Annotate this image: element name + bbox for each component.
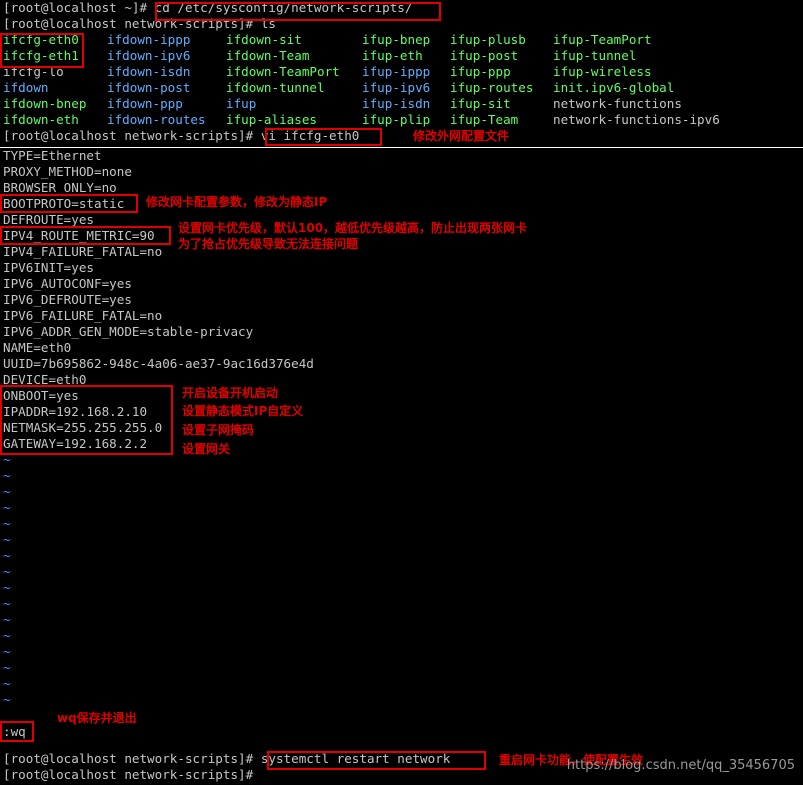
ls-file-entry: ifdown-sit	[226, 32, 302, 47]
annotation-ipaddr: 设置静态模式IP自定义	[182, 404, 304, 418]
shell-prompt: [root@localhost network-scripts]#	[3, 128, 254, 143]
annotation-metric: 设置网卡优先级，默认100，越低优先级越高，防止出现两张网卡 为了抢占优先级导致…	[178, 221, 528, 251]
annotation-netmask: 设置子网掩码	[182, 423, 255, 437]
vi-tilde: ~	[3, 660, 11, 675]
ls-file-entry: ifup-ippp	[362, 64, 431, 79]
vi-config-line: PROXY_METHOD=none	[3, 164, 132, 179]
highlight-bootproto	[0, 194, 138, 213]
ls-file-entry: ifup-TeamPort	[553, 32, 652, 47]
vi-tilde: ~	[3, 692, 11, 707]
ls-file-entry: ifup-post	[450, 48, 519, 63]
highlight-cd-command	[155, 2, 441, 21]
highlight-wq	[0, 721, 34, 742]
ls-file-entry: ifup-plip	[362, 112, 431, 127]
annotation-bootproto: 修改网卡配置参数，修改为静态IP	[146, 195, 328, 209]
vi-tilde: ~	[3, 628, 11, 643]
vi-tilde: ~	[3, 676, 11, 691]
ls-file-entry: ifdown	[3, 80, 49, 95]
ls-file-entry: ifup-eth	[362, 48, 423, 63]
shell-prompt: [root@localhost ~]#	[3, 0, 148, 15]
ls-file-entry: ifup-sit	[450, 96, 511, 111]
ls-file-entry: ifup-tunnel	[553, 48, 637, 63]
ls-file-entry: init.ipv6-global	[553, 80, 675, 95]
vi-config-line: IPV6_AUTOCONF=yes	[3, 276, 132, 291]
ls-file-entry: network-functions	[553, 96, 682, 111]
vi-tilde: ~	[3, 500, 11, 515]
ls-file-entry: ifdown-bnep	[3, 96, 87, 111]
ls-file-entry: ifdown-routes	[107, 112, 206, 127]
terminal-top: [root@localhost ~]# cd /etc/sysconfig/ne…	[0, 0, 803, 147]
ls-file-entry: ifdown-ppp	[107, 96, 183, 111]
watermark: https://blog.csdn.net/qq_35456705	[566, 758, 795, 773]
highlight-restart-command	[267, 751, 486, 770]
shell-prompt: [root@localhost network-scripts]#	[3, 767, 254, 782]
ls-file-entry: ifup	[226, 96, 257, 111]
vi-tilde: ~	[3, 596, 11, 611]
annotation-gateway: 设置网关	[182, 442, 231, 456]
ls-file-entry: ifdown-ippp	[107, 32, 191, 47]
ls-file-entry: ifup-routes	[450, 80, 534, 95]
ls-file-entry: network-functions-ipv6	[553, 112, 720, 127]
vi-config-line: IPV6_ADDR_GEN_MODE=stable-privacy	[3, 324, 254, 339]
vi-tilde: ~	[3, 580, 11, 595]
vi-tilde: ~	[3, 484, 11, 499]
highlight-eth-files	[0, 33, 84, 68]
annotation-wq: wq保存并退出	[57, 711, 137, 725]
ls-file-entry: ifdown-isdn	[107, 64, 191, 79]
vi-tilde: ~	[3, 644, 11, 659]
ls-file-entry: ifdown-ipv6	[107, 48, 191, 63]
ls-file-entry: ifup-wireless	[553, 64, 652, 79]
vi-config-line: IPV6_DEFROUTE=yes	[3, 292, 132, 307]
vi-config-line: IPV4_FAILURE_FATAL=no	[3, 244, 163, 259]
ls-file-entry: ifdown-Team	[226, 48, 310, 63]
vi-tilde: ~	[3, 516, 11, 531]
annotation-onboot: 开启设备开机启动	[182, 386, 279, 400]
vi-config-line: UUID=7b695862-948c-4a06-ae37-9ac16d376e4…	[3, 356, 314, 371]
annotation-edit-file: 修改外网配置文件	[413, 129, 510, 143]
ls-file-entry: ifup-plusb	[450, 32, 526, 47]
ls-file-entry: ifup-ppp	[450, 64, 511, 79]
ls-file-entry: ifup-ipv6	[362, 80, 431, 95]
vi-tilde: ~	[3, 532, 11, 547]
ls-file-entry: ifdown-post	[107, 80, 191, 95]
highlight-vi-command	[265, 128, 382, 146]
vi-tilde: ~	[3, 612, 11, 627]
ls-file-entry: ifdown-eth	[3, 112, 79, 127]
ls-file-entry: ifup-isdn	[362, 96, 431, 111]
ls-file-entry: ifdown-TeamPort	[226, 64, 340, 79]
vi-tilde: ~	[3, 468, 11, 483]
shell-prompt: [root@localhost network-scripts]#	[3, 751, 254, 766]
ls-file-entry: ifdown-tunnel	[226, 80, 325, 95]
terminal-line-final: [root@localhost network-scripts]#	[3, 767, 253, 783]
highlight-ip-settings	[0, 385, 173, 455]
highlight-metric	[0, 226, 171, 245]
vi-tilde: ~	[3, 548, 11, 563]
vi-config-line: NAME=eth0	[3, 340, 72, 355]
vi-config-line: IPV6INIT=yes	[3, 260, 94, 275]
ls-file-entry: ifup-bnep	[362, 32, 431, 47]
vi-config-line: IPV6_FAILURE_FATAL=no	[3, 308, 163, 323]
ls-file-entry: ifup-Team	[450, 112, 519, 127]
vi-tilde: ~	[3, 564, 11, 579]
vi-config-line: TYPE=Ethernet	[3, 148, 102, 163]
ls-file-entry: ifup-aliases	[226, 112, 317, 127]
